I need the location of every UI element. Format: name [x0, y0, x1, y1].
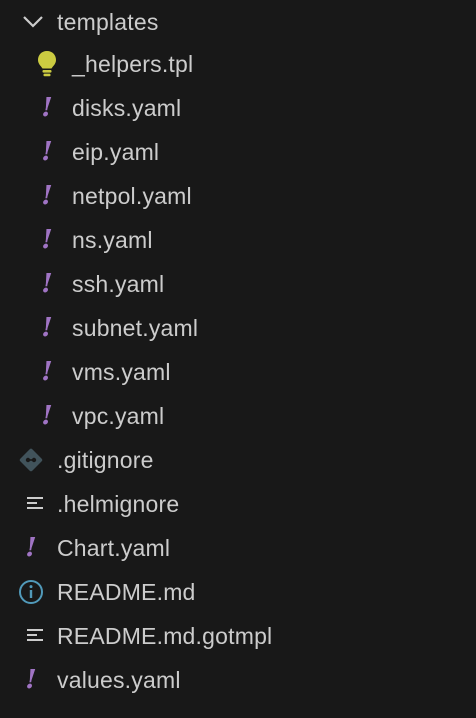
- file-label: README.md: [57, 579, 196, 605]
- file-label: Chart.yaml: [57, 535, 171, 561]
- yaml-icon: !: [41, 357, 53, 387]
- yaml-icon: !: [25, 665, 37, 695]
- lightbulb-icon: [34, 42, 60, 86]
- file-item[interactable]: README.md: [0, 570, 476, 614]
- file-label: .helmignore: [57, 491, 180, 517]
- lines-icon: [22, 482, 48, 526]
- file-item[interactable]: ! ns.yaml: [0, 218, 476, 262]
- file-label: disks.yaml: [72, 95, 182, 121]
- file-item[interactable]: ! disks.yaml: [0, 86, 476, 130]
- file-item[interactable]: .gitignore: [0, 438, 476, 482]
- folder-templates[interactable]: templates: [0, 0, 476, 44]
- file-label: README.md.gotmpl: [57, 623, 273, 649]
- file-label: netpol.yaml: [72, 183, 192, 209]
- file-item[interactable]: README.md.gotmpl: [0, 614, 476, 658]
- lines-icon: [22, 614, 48, 658]
- yaml-icon: !: [25, 533, 37, 563]
- yaml-icon: !: [41, 181, 53, 211]
- file-label: vpc.yaml: [72, 403, 165, 429]
- file-item[interactable]: ! vms.yaml: [0, 350, 476, 394]
- file-label: vms.yaml: [72, 359, 171, 385]
- file-item[interactable]: ! subnet.yaml: [0, 306, 476, 350]
- file-item[interactable]: _helpers.tpl: [0, 42, 476, 86]
- yaml-icon: !: [41, 137, 53, 167]
- yaml-icon: !: [41, 225, 53, 255]
- file-label: subnet.yaml: [72, 315, 199, 341]
- file-label: ssh.yaml: [72, 271, 165, 297]
- file-item[interactable]: ! vpc.yaml: [0, 394, 476, 438]
- file-label: _helpers.tpl: [72, 51, 194, 77]
- git-icon: [18, 438, 44, 482]
- file-item[interactable]: .helmignore: [0, 482, 476, 526]
- yaml-icon: !: [41, 313, 53, 343]
- file-item[interactable]: ! values.yaml: [0, 658, 476, 702]
- yaml-icon: !: [41, 269, 53, 299]
- file-label: .gitignore: [57, 447, 154, 473]
- folder-label: templates: [57, 9, 159, 35]
- file-label: values.yaml: [57, 667, 181, 693]
- file-item[interactable]: ! netpol.yaml: [0, 174, 476, 218]
- file-label: eip.yaml: [72, 139, 160, 165]
- info-icon: [18, 570, 44, 614]
- file-item[interactable]: ! Chart.yaml: [0, 526, 476, 570]
- file-explorer: templates _helpers.tpl ! disks.yaml ! ei…: [0, 0, 476, 718]
- chevron-down-icon: [20, 0, 46, 44]
- file-item[interactable]: ! ssh.yaml: [0, 262, 476, 306]
- file-label: ns.yaml: [72, 227, 153, 253]
- yaml-icon: !: [41, 93, 53, 123]
- file-item[interactable]: ! eip.yaml: [0, 130, 476, 174]
- yaml-icon: !: [41, 401, 53, 431]
